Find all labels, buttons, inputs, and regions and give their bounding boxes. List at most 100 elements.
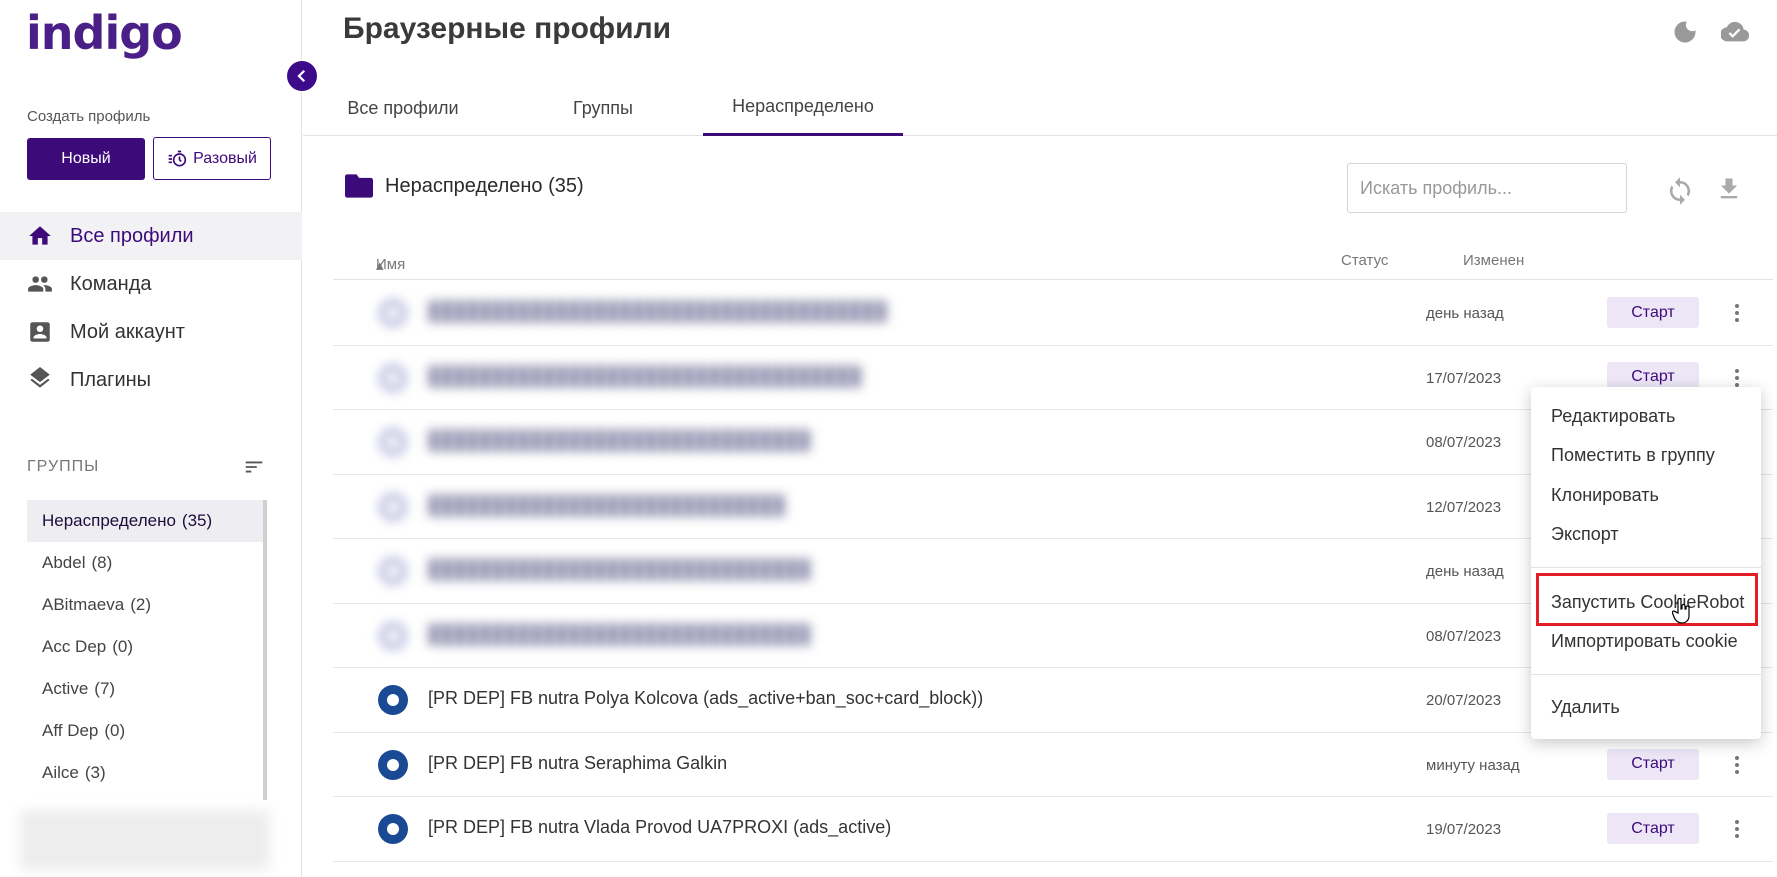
group-name: Acc Dep [42, 637, 107, 656]
nav-item-plugins[interactable]: Плагины [0, 356, 302, 404]
group-item[interactable]: ABitmaeva (2) [27, 584, 263, 626]
menu-item-run-cookierobot[interactable]: Запустить CookieRobot [1551, 592, 1744, 613]
changed-date: 12/07/2023 [1426, 498, 1502, 516]
tab-all-profiles[interactable]: Все профили [303, 80, 503, 136]
more-vert-icon[interactable] [1725, 815, 1749, 843]
changed-date: день назад [1426, 305, 1504, 322]
one-time-profile-button[interactable]: Разовый [153, 137, 271, 180]
group-item[interactable]: Ailce (3) [27, 752, 263, 794]
blurred-sidebar-footer [20, 810, 270, 870]
group-name: Aff Dep [42, 721, 99, 740]
one-time-profile-label: Разовый [193, 149, 257, 167]
profile-avatar [378, 298, 408, 328]
profile-name-blurred: ████████████████████████████████████ [428, 301, 888, 321]
home-icon [29, 226, 51, 245]
menu-item-edit[interactable]: Редактировать [1551, 406, 1675, 427]
create-profile-label: Создать профиль [27, 108, 151, 125]
sort-icon[interactable] [243, 456, 265, 478]
changed-date: 08/07/2023 [1426, 627, 1502, 645]
group-name: Нераспределено [42, 511, 176, 530]
group-count: (7) [94, 679, 116, 698]
column-header-status[interactable]: Статус [1341, 252, 1388, 269]
more-vert-icon[interactable] [1725, 299, 1749, 327]
nav-label: Все профили [70, 224, 194, 247]
account-icon [30, 322, 50, 342]
refresh-icon[interactable] [1665, 176, 1695, 206]
changed-date: 08/07/2023 [1426, 434, 1502, 451]
start-button[interactable]: Старт [1607, 813, 1699, 844]
tabs: Все профили Группы Нераспределено [303, 80, 1777, 136]
group-item[interactable]: Acc Dep (0) [27, 626, 263, 668]
table-row[interactable]: [PR DEP] FB nutra Vlada Provod UA7PROXI … [333, 797, 1773, 862]
sort-asc-icon: ▴ [376, 257, 384, 274]
group-name: Ailce [42, 763, 79, 782]
start-button[interactable]: Старт [1607, 297, 1699, 328]
profile-avatar [378, 427, 408, 457]
start-button[interactable]: Старт [1607, 748, 1699, 780]
main-nav: Все профили Команда Мой аккаунт Плагины [0, 212, 302, 404]
menu-item-import-cookie[interactable]: Импортировать cookie [1551, 631, 1738, 652]
group-count: (3) [84, 763, 106, 782]
cloud-sync-icon[interactable] [1721, 18, 1749, 46]
new-profile-button[interactable]: Новый [27, 138, 145, 180]
group-item[interactable]: Active (7) [27, 668, 263, 710]
group-count: (0) [104, 721, 126, 740]
menu-item-delete[interactable]: Удалить [1551, 697, 1620, 718]
menu-item-move-to-group[interactable]: Поместить в группу [1551, 445, 1715, 466]
group-count: (0) [112, 637, 134, 656]
changed-date: минуту назад [1426, 756, 1520, 774]
nav-item-my-account[interactable]: Мой аккаунт [0, 308, 302, 356]
profile-avatar [378, 491, 408, 522]
top-toolbar [1671, 18, 1749, 46]
menu-divider [1531, 567, 1761, 568]
menu-divider [1531, 674, 1761, 675]
more-vert-icon[interactable] [1725, 751, 1749, 779]
menu-item-export[interactable]: Экспорт [1551, 524, 1619, 545]
dark-mode-icon[interactable] [1671, 18, 1699, 46]
group-name: Active [42, 679, 89, 698]
profile-avatar [378, 362, 408, 393]
collapse-sidebar-button[interactable] [287, 61, 317, 91]
profile-name-blurred: ██████████████████████████████ [428, 559, 811, 579]
app-logo: indigo [26, 6, 183, 60]
group-item[interactable]: Нераспределено (35) [27, 500, 263, 542]
profile-name-blurred: ██████████████████████████████████ [428, 365, 862, 386]
profile-name-blurred: ██████████████████████████████ [428, 623, 811, 644]
table-header: Имя ▴ Статус Изменен [333, 248, 1773, 280]
profile-avatar [378, 620, 408, 651]
nav-label: Плагины [70, 368, 152, 391]
nav-label: Команда [70, 272, 152, 295]
groups-header: ГРУППЫ [27, 456, 265, 478]
table-row[interactable]: ████████████████████████████████████ ден… [333, 281, 1773, 346]
groups-list: Нераспределено (35) Abdel (8) ABitmaeva (2)… [27, 500, 267, 800]
group-name: ABitmaeva [42, 595, 125, 614]
column-header-changed[interactable]: Изменен [1463, 252, 1524, 269]
changed-date: день назад [1426, 563, 1504, 580]
team-icon [28, 276, 52, 292]
profile-avatar [378, 685, 408, 715]
menu-item-clone[interactable]: Клонировать [1551, 485, 1659, 506]
search-input[interactable] [1347, 163, 1627, 213]
layers-icon [30, 367, 50, 388]
nav-label: Мой аккаунт [70, 320, 185, 343]
page-title: Браузерные профили [343, 12, 672, 45]
section-header: Нераспределено (35) [345, 174, 584, 198]
tab-groups[interactable]: Группы [503, 80, 703, 136]
profile-avatar [378, 814, 408, 844]
folder-icon [345, 174, 373, 198]
table-row[interactable]: [PR DEP] FB nutra Seraphima Galkin минут… [333, 733, 1773, 797]
tab-unassigned[interactable]: Нераспределено [703, 80, 903, 136]
nav-item-all-profiles[interactable]: Все профили [0, 212, 302, 260]
profile-name: [PR DEP] FB nutra Vlada Provod UA7PROXI … [428, 817, 892, 837]
nav-item-team[interactable]: Команда [0, 260, 302, 308]
group-item[interactable]: Abdel (8) [27, 542, 263, 584]
changed-date: 17/07/2023 [1426, 369, 1502, 387]
chevron-left-icon [297, 69, 306, 83]
profile-avatar [378, 556, 408, 586]
group-count: (8) [91, 553, 113, 572]
group-item[interactable]: Aff Dep (0) [27, 710, 263, 752]
groups-heading: ГРУППЫ [27, 458, 100, 475]
download-icon[interactable] [1715, 174, 1743, 204]
changed-date: 20/07/2023 [1426, 692, 1502, 709]
profile-context-menu: Редактировать Поместить в группу Клониро… [1531, 387, 1761, 739]
